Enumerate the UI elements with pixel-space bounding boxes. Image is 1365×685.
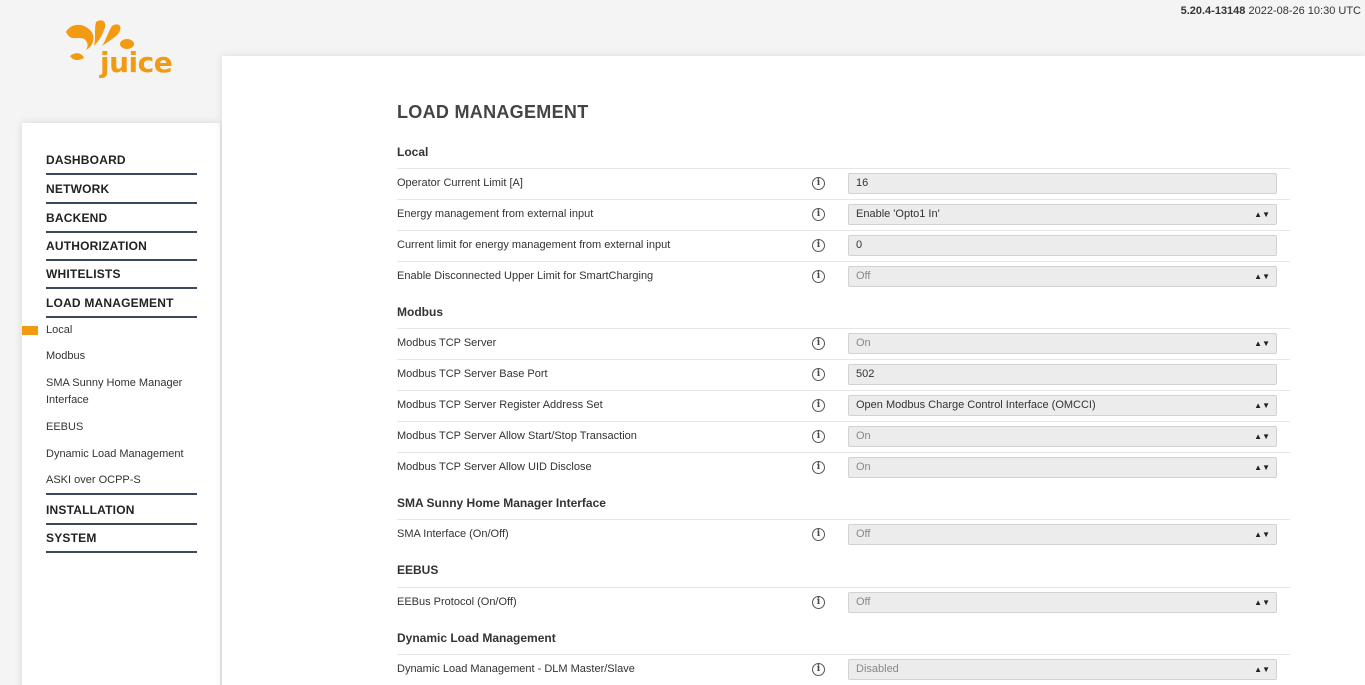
setting-row: Operator Current Limit [A] i 16	[397, 168, 1290, 199]
info-icon[interactable]: i	[812, 208, 825, 221]
chevron-updown-icon: ▲▼	[1254, 339, 1270, 348]
nav-sub-sma[interactable]: SMA Sunny Home Manager Interface	[46, 375, 196, 409]
setting-row: SMA Interface (On/Off) i Off ▲▼	[397, 519, 1290, 550]
modbus-base-port-input[interactable]: 502	[848, 364, 1277, 385]
setting-row: Dynamic Load Management - DLM Master/Sla…	[397, 654, 1290, 685]
nav-system[interactable]: SYSTEM	[46, 531, 197, 553]
main-panel: LOAD MANAGEMENT Local Operator Current L…	[222, 56, 1365, 685]
nav-sub-local[interactable]: Local	[46, 322, 196, 339]
nav-whitelists[interactable]: WHITELISTS	[46, 267, 197, 289]
modbus-register-address-select[interactable]: Open Modbus Charge Control Interface (OM…	[848, 395, 1277, 416]
sidebar: DASHBOARD NETWORK BACKEND AUTHORIZATION …	[22, 123, 220, 685]
info-icon[interactable]: i	[812, 270, 825, 283]
select-value: On	[856, 337, 871, 349]
chevron-updown-icon: ▲▼	[1254, 272, 1270, 281]
setting-label: Modbus TCP Server Base Port	[397, 368, 548, 380]
info-icon[interactable]: i	[812, 663, 825, 676]
modbus-allow-uid-select[interactable]: On ▲▼	[848, 457, 1277, 478]
eebus-protocol-select[interactable]: Off ▲▼	[848, 592, 1277, 613]
setting-label: Modbus TCP Server	[397, 337, 497, 349]
setting-label: SMA Interface (On/Off)	[397, 528, 509, 540]
select-value: On	[856, 461, 871, 473]
setting-row: Energy management from external input i …	[397, 199, 1290, 230]
info-icon[interactable]: i	[812, 461, 825, 474]
section-title-sma: SMA Sunny Home Manager Interface	[397, 496, 606, 510]
section-title-modbus: Modbus	[397, 305, 443, 319]
info-icon[interactable]: i	[812, 368, 825, 381]
logo-text: juice	[100, 46, 173, 79]
nav-backend[interactable]: BACKEND	[46, 211, 197, 233]
firmware-version: 5.20.4-13148	[1180, 5, 1246, 17]
info-icon[interactable]: i	[812, 528, 825, 541]
chevron-updown-icon: ▲▼	[1254, 598, 1270, 607]
setting-row: Modbus TCP Server Register Address Set i…	[397, 390, 1290, 421]
nav-dashboard[interactable]: DASHBOARD	[46, 153, 197, 175]
chevron-updown-icon: ▲▼	[1254, 463, 1270, 472]
setting-row: Modbus TCP Server i On ▲▼	[397, 328, 1290, 359]
chevron-updown-icon: ▲▼	[1254, 665, 1270, 674]
nav-authorization[interactable]: AUTHORIZATION	[46, 239, 197, 261]
setting-label: Modbus TCP Server Allow UID Disclose	[397, 461, 592, 473]
section-title-eebus: EEBUS	[397, 563, 439, 577]
nav-sub-eebus[interactable]: EEBUS	[46, 419, 196, 436]
setting-label: Operator Current Limit [A]	[397, 177, 523, 189]
info-icon[interactable]: i	[812, 596, 825, 609]
chevron-updown-icon: ▲▼	[1254, 530, 1270, 539]
info-icon[interactable]: i	[812, 337, 825, 350]
select-value: Enable 'Opto1 In'	[856, 208, 940, 220]
setting-row: EEBus Protocol (On/Off) i Off ▲▼	[397, 587, 1290, 618]
operator-current-limit-input[interactable]: 16	[848, 173, 1277, 194]
disconnected-upper-limit-select[interactable]: Off ▲▼	[848, 266, 1277, 287]
setting-label: Energy management from external input	[397, 208, 594, 220]
section-title-dlm: Dynamic Load Management	[397, 631, 556, 645]
active-item-marker	[22, 326, 38, 335]
setting-label: Dynamic Load Management - DLM Master/Sla…	[397, 663, 635, 675]
nav-installation[interactable]: INSTALLATION	[46, 503, 197, 525]
select-value: Off	[856, 528, 871, 540]
select-value: Disabled	[856, 663, 899, 675]
info-icon[interactable]: i	[812, 239, 825, 252]
nav-load-management[interactable]: LOAD MANAGEMENT	[46, 296, 197, 318]
juice-logo[interactable]: juice	[60, 16, 180, 88]
setting-row: Modbus TCP Server Base Port i 502	[397, 359, 1290, 390]
nav-sub-dlm[interactable]: Dynamic Load Management	[46, 446, 196, 463]
version-info: 5.20.4-13148 2022-08-26 10:30 UTC	[1181, 5, 1361, 17]
nav-sub-modbus[interactable]: Modbus	[46, 348, 196, 365]
info-icon[interactable]: i	[812, 177, 825, 190]
select-value: Off	[856, 596, 871, 608]
current-limit-external-input[interactable]: 0	[848, 235, 1277, 256]
setting-row: Modbus TCP Server Allow Start/Stop Trans…	[397, 421, 1290, 452]
chevron-updown-icon: ▲▼	[1254, 432, 1270, 441]
datetime: 2022-08-26 10:30 UTC	[1248, 5, 1361, 17]
setting-label: Modbus TCP Server Allow Start/Stop Trans…	[397, 430, 637, 442]
page-title: LOAD MANAGEMENT	[397, 102, 589, 122]
select-value: Off	[856, 270, 871, 282]
setting-label: Enable Disconnected Upper Limit for Smar…	[397, 270, 654, 282]
select-value: On	[856, 430, 871, 442]
nav-network[interactable]: NETWORK	[46, 182, 197, 204]
modbus-allow-start-stop-select[interactable]: On ▲▼	[848, 426, 1277, 447]
select-value: Open Modbus Charge Control Interface (OM…	[856, 399, 1096, 411]
setting-label: EEBus Protocol (On/Off)	[397, 596, 517, 608]
modbus-tcp-server-select[interactable]: On ▲▼	[848, 333, 1277, 354]
chevron-updown-icon: ▲▼	[1254, 210, 1270, 219]
info-icon[interactable]: i	[812, 430, 825, 443]
setting-label: Modbus TCP Server Register Address Set	[397, 399, 603, 411]
nav-sub-aski[interactable]: ASKI over OCPP-S	[46, 472, 197, 495]
sma-interface-select[interactable]: Off ▲▼	[848, 524, 1277, 545]
setting-label: Current limit for energy management from…	[397, 239, 671, 251]
setting-row: Current limit for energy management from…	[397, 230, 1290, 261]
section-title-local: Local	[397, 145, 429, 159]
setting-row: Enable Disconnected Upper Limit for Smar…	[397, 261, 1290, 292]
chevron-updown-icon: ▲▼	[1254, 401, 1270, 410]
dlm-master-slave-select[interactable]: Disabled ▲▼	[848, 659, 1277, 680]
energy-management-select[interactable]: Enable 'Opto1 In' ▲▼	[848, 204, 1277, 225]
setting-row: Modbus TCP Server Allow UID Disclose i O…	[397, 452, 1290, 483]
info-icon[interactable]: i	[812, 399, 825, 412]
